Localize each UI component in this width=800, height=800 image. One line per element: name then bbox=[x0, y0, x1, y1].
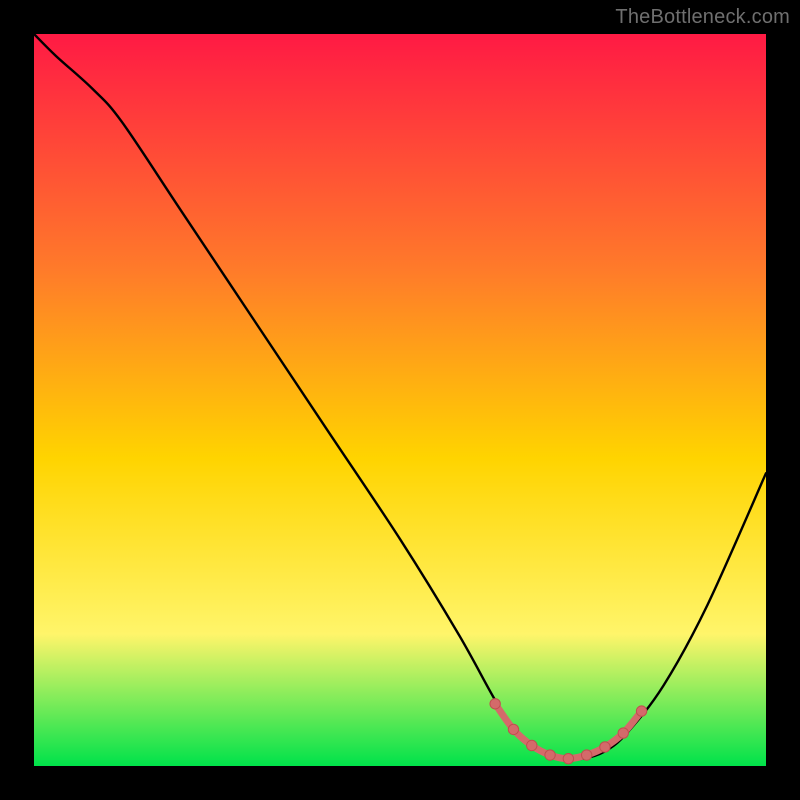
highlight-marker-dot bbox=[490, 699, 500, 709]
highlight-marker-dot bbox=[545, 750, 555, 760]
highlight-marker-dot bbox=[636, 706, 646, 716]
chart-svg bbox=[34, 34, 766, 766]
highlight-marker-dot bbox=[563, 753, 573, 763]
highlight-marker-dot bbox=[618, 728, 628, 738]
highlight-marker-dot bbox=[527, 740, 537, 750]
watermark-text: TheBottleneck.com bbox=[615, 6, 790, 29]
chart-frame: TheBottleneck.com bbox=[0, 0, 800, 800]
highlight-marker-dot bbox=[581, 750, 591, 760]
highlight-marker-dot bbox=[508, 724, 518, 734]
gradient-background bbox=[34, 34, 766, 766]
highlight-marker-dot bbox=[600, 742, 610, 752]
chart-plot-area bbox=[34, 34, 766, 766]
